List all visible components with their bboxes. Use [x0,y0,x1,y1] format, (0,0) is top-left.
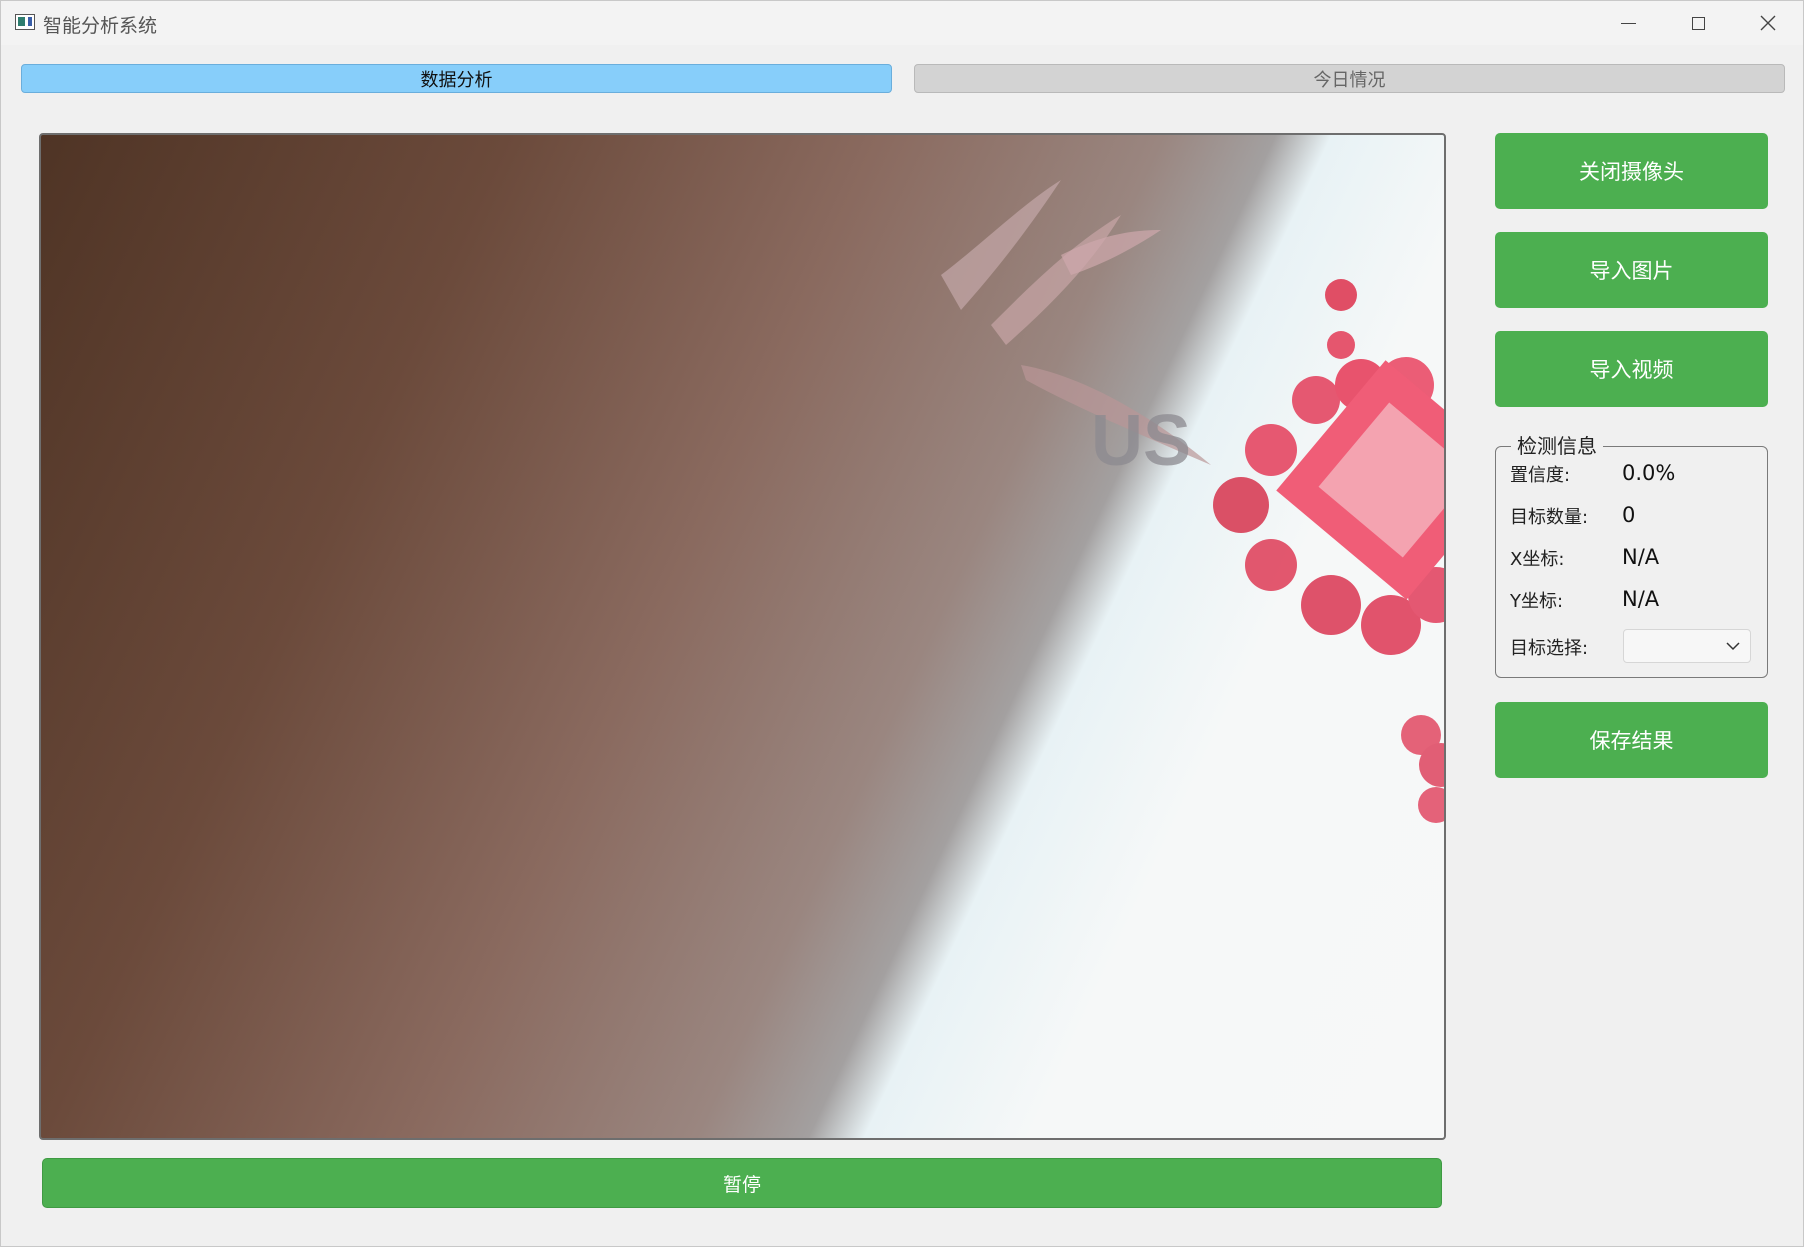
tab-data-analysis[interactable]: 数据分析 [21,64,892,93]
y-coordinate-value: N/A [1622,587,1660,611]
app-window: 智能分析系统 数据分析 今日情况 US 暂停 关闭摄像头 导入图片 导入视频 检… [0,0,1804,1247]
pause-button[interactable]: 暂停 [42,1158,1442,1208]
app-icon [15,14,35,30]
x-coordinate-label: X坐标: [1510,549,1565,570]
confidence-value: 0.0% [1622,461,1676,485]
save-result-button[interactable]: 保存结果 [1495,702,1768,778]
window-title: 智能分析系统 [43,15,158,37]
chevron-down-icon [1726,642,1740,651]
minimize-button[interactable] [1593,1,1663,45]
title-bar: 智能分析系统 [1,1,1803,45]
target-select-dropdown[interactable] [1623,629,1751,663]
minimize-icon [1620,22,1636,24]
target-count-value: 0 [1622,503,1636,527]
target-select-label: 目标选择: [1510,638,1589,659]
close-button[interactable] [1733,1,1803,45]
camera-scene: US [941,180,1444,823]
camera-view: US [39,133,1446,1140]
import-image-button[interactable]: 导入图片 [1495,232,1768,308]
x-coordinate-value: N/A [1622,545,1660,569]
target-count-label: 目标数量: [1510,507,1589,528]
import-video-button[interactable]: 导入视频 [1495,331,1768,407]
background-logo-text: US [1091,401,1191,481]
red-ornament [1213,279,1444,823]
maximize-button[interactable] [1663,1,1733,45]
confidence-label: 置信度: [1510,465,1571,486]
detection-info-title: 检测信息 [1511,430,1603,459]
close-camera-button[interactable]: 关闭摄像头 [1495,133,1768,209]
y-coordinate-label: Y坐标: [1510,591,1564,612]
close-icon [1760,15,1776,31]
maximize-icon [1691,16,1705,30]
tab-today-status[interactable]: 今日情况 [914,64,1785,93]
